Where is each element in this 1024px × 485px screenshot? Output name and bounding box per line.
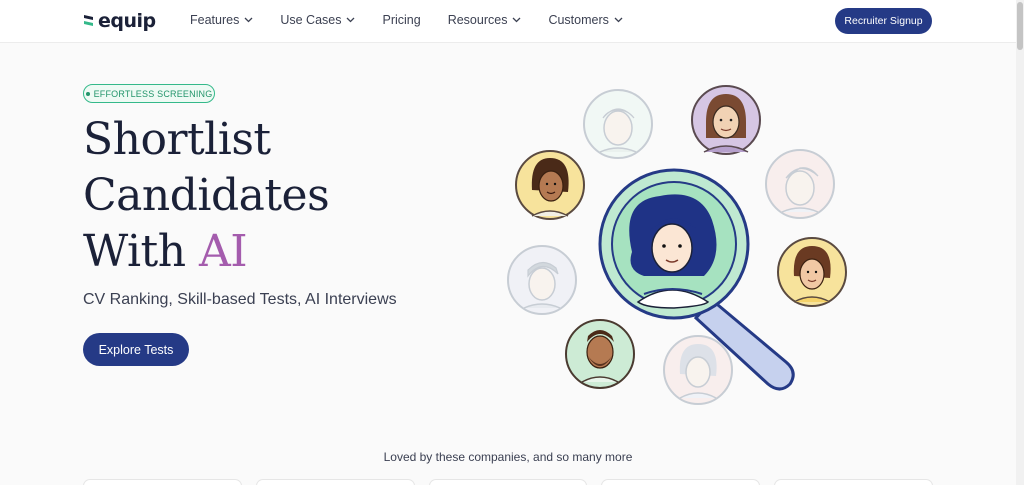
company-logo-card [774, 479, 933, 485]
hero-subtitle: CV Ranking, Skill-based Tests, AI Interv… [83, 291, 397, 308]
nav-item-use-cases[interactable]: Use Cases [280, 13, 355, 27]
nav-item-label: Features [190, 13, 240, 27]
candidate-avatar-yellow-right [777, 237, 847, 307]
chevron-down-icon [347, 17, 355, 23]
nav-item-customers[interactable]: Customers [548, 13, 623, 27]
nav-item-label: Customers [548, 13, 609, 27]
chevron-down-icon [614, 17, 623, 23]
brand-name: equip [98, 10, 156, 32]
candidate-avatar-faded [765, 149, 835, 219]
nav-item-label: Resources [447, 13, 508, 27]
badge-label: EFFORTLESS SCREENING [93, 88, 213, 99]
candidate-avatar-faded [507, 245, 577, 315]
candidate-avatar-purple [691, 85, 761, 155]
candidate-avatar-green [565, 319, 635, 389]
company-logo-card [428, 479, 588, 485]
candidate-avatar-faded [583, 89, 653, 159]
company-logo-row [83, 479, 933, 485]
chevron-down-icon [512, 17, 521, 23]
hero-title: Shortlist Candidates With AI [83, 112, 463, 280]
nav-item-label: Pricing [382, 13, 421, 27]
nav-item-pricing[interactable]: Pricing [382, 13, 420, 27]
recruiter-signup-button[interactable]: Recruiter Signup [835, 8, 932, 34]
top-navbar: equip Features Use Cases Pricing Resourc… [0, 0, 1016, 43]
scrollbar-thumb[interactable] [1017, 2, 1023, 50]
nav-item-resources[interactable]: Resources [448, 13, 522, 27]
nav-item-label: Use Cases [280, 13, 342, 27]
loved-by-companies-heading: Loved by these companies, and so many mo… [383, 450, 633, 464]
hero-title-line-2: Candidates [83, 170, 330, 221]
company-logo-card [255, 479, 415, 485]
magnifying-glass-lens [598, 168, 750, 320]
candidate-avatar-yellow [515, 150, 585, 220]
nav-item-features[interactable]: Features [190, 13, 253, 27]
magnifying-glass-candidates-illustration [507, 85, 847, 405]
equip-logo-icon [84, 15, 93, 26]
candidate-avatar-faded [663, 335, 733, 405]
explore-tests-button[interactable]: Explore Tests [83, 333, 189, 366]
main-menu: Features Use Cases Pricing Resources Cus… [190, 13, 650, 27]
hero-title-line-1: Shortlist [83, 114, 271, 165]
brand-logo[interactable]: equip [83, 10, 156, 32]
company-logo-card [601, 479, 761, 485]
page-scrollbar[interactable] [1016, 0, 1024, 485]
company-logo-card [83, 479, 242, 485]
effortless-screening-badge: EFFORTLESS SCREENING [83, 84, 215, 103]
hero-title-accent: AI [199, 226, 248, 277]
chevron-down-icon [244, 17, 253, 23]
badge-dot-icon [85, 91, 90, 96]
hero-title-line-3: With [83, 226, 200, 277]
